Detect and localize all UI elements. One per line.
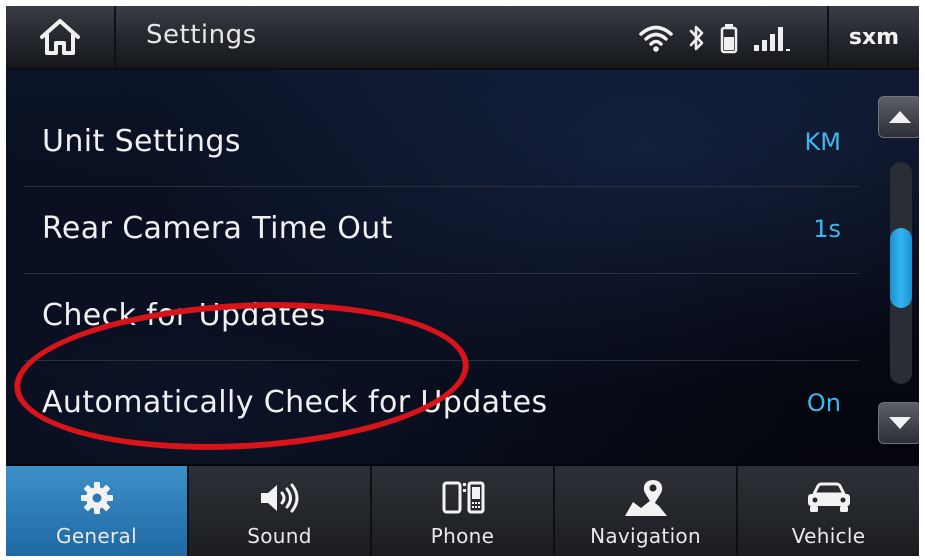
home-icon [40,19,80,55]
tab-label: Vehicle [791,524,866,548]
tab-label: General [56,524,137,548]
tab-navigation[interactable]: Navigation [555,466,738,556]
battery-icon [720,24,738,54]
setting-label: Rear Camera Time Out [42,211,393,246]
setting-label: Automatically Check for Updates [42,385,548,420]
setting-label: Unit Settings [42,124,241,159]
setting-value: 1s [813,215,841,243]
setting-value: On [806,389,841,417]
bottom-nav: General Sound Phone Navigation Vehicle [6,466,919,556]
setting-value: KM [804,128,841,156]
home-button[interactable] [6,6,116,68]
status-icons [638,18,792,58]
speaker-icon [260,483,298,513]
tab-label: Sound [247,524,312,548]
wifi-icon [639,25,673,52]
setting-row-rear-camera-time-out[interactable]: Rear Camera Time Out 1s [24,187,859,274]
tab-label: Phone [430,524,495,548]
scrollbar-thumb[interactable] [890,228,912,308]
tab-vehicle[interactable]: Vehicle [738,466,919,556]
setting-row-unit-settings[interactable]: Unit Settings KM [24,100,859,187]
triangle-up-icon [889,111,911,123]
page-title: Settings [146,20,257,50]
sxm-button[interactable]: sxm [827,6,919,68]
bluetooth-icon [689,25,704,51]
infotainment-screen: Settings sxm Unit Settings KM Rear Camer… [6,6,919,556]
setting-row-auto-check-updates[interactable]: Automatically Check for Updates On [24,361,859,447]
tab-phone[interactable]: Phone [372,466,555,556]
settings-list: Unit Settings KM Rear Camera Time Out 1s… [6,70,919,464]
car-icon [807,482,850,512]
setting-row-check-for-updates[interactable]: Check for Updates [24,274,859,361]
signal-icon [754,27,790,51]
status-bar: Settings sxm [6,6,919,70]
scroll-down-button[interactable] [878,402,919,444]
tab-general[interactable]: General [6,466,189,556]
tab-sound[interactable]: Sound [189,466,372,556]
gear-icon [80,482,113,514]
tab-label: Navigation [590,524,701,548]
phone-icon [442,481,484,514]
scroll-up-button[interactable] [878,96,919,138]
setting-label: Check for Updates [42,298,326,333]
triangle-down-icon [889,417,911,429]
map-pin-icon [624,480,667,516]
